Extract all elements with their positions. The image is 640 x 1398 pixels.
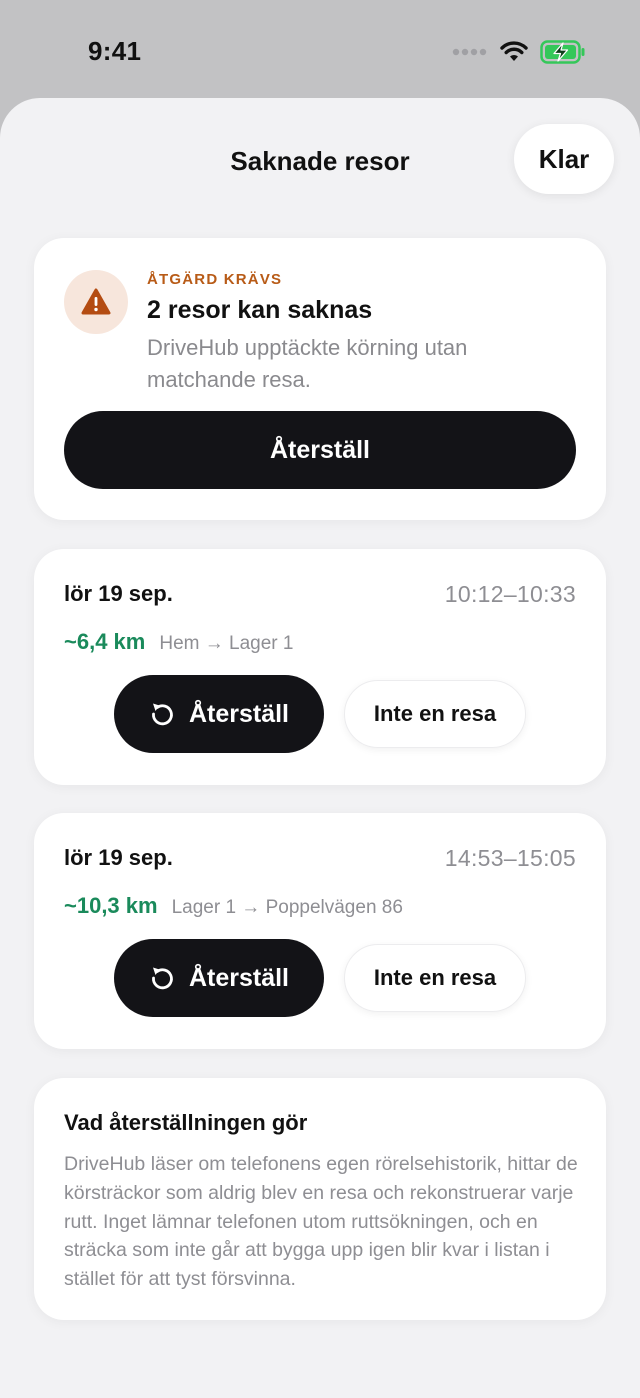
signal-dots-icon: [452, 48, 487, 56]
trip-summary: ~6,4 km Hem → Lager 1: [64, 629, 293, 655]
restore-trip-label: Återställ: [188, 699, 290, 728]
trip-distance: ~10,3 km: [64, 893, 158, 918]
status-icons: [452, 40, 586, 64]
info-body: DriveHub läser om telefonens egen rörels…: [64, 1153, 578, 1291]
info-title: Vad återställningen gör: [64, 1110, 308, 1135]
restore-icon: [152, 703, 173, 726]
trip-time-range: 14:53–15:05: [444, 845, 576, 871]
battery-charging-icon: [540, 40, 585, 64]
alert-card: ÅTGÄRD KRÄVS 2 resor kan saknas DriveHub…: [34, 238, 606, 520]
wifi-icon: [500, 41, 528, 61]
alert-kicker: ÅTGÄRD KRÄVS: [147, 271, 283, 288]
restore-trip-label: Återställ: [188, 963, 290, 992]
done-button[interactable]: Klar: [514, 124, 614, 194]
not-a-trip-button[interactable]: Inte en resa: [344, 944, 526, 1012]
trip-route: Lager 1 → Poppelvägen 86: [171, 897, 403, 918]
restore-icon: [152, 967, 173, 990]
restore-all-button[interactable]: Återställ: [64, 411, 576, 489]
trip-card: lör 19 sep. 10:12–10:33 ~6,4 km Hem → La…: [34, 549, 606, 785]
restore-trip-button[interactable]: Återställ: [114, 939, 324, 1017]
status-time: 9:41: [88, 36, 142, 66]
status-bar: 9:41: [0, 0, 640, 100]
trip-distance: ~6,4 km: [64, 629, 146, 654]
trip-time-range: 10:12–10:33: [444, 581, 576, 607]
trip-summary: ~10,3 km Lager 1 → Poppelvägen 86: [64, 893, 403, 919]
trip-date: lör 19 sep.: [64, 845, 173, 870]
info-card: Vad återställningen gör DriveHub läser o…: [34, 1078, 606, 1320]
not-a-trip-button[interactable]: Inte en resa: [344, 680, 526, 748]
alert-title: 2 resor kan saknas: [147, 296, 373, 324]
trip-date: lör 19 sep.: [64, 581, 173, 606]
trip-route: Hem → Lager 1: [159, 633, 294, 654]
trip-card: lör 19 sep. 14:53–15:05 ~10,3 km Lager 1…: [34, 813, 606, 1049]
restore-trip-button[interactable]: Återställ: [114, 675, 324, 753]
alert-description: DriveHub upptäckte körning utan matchand…: [147, 335, 468, 392]
warning-icon: [81, 288, 111, 315]
warning-icon-badge: [64, 270, 128, 334]
